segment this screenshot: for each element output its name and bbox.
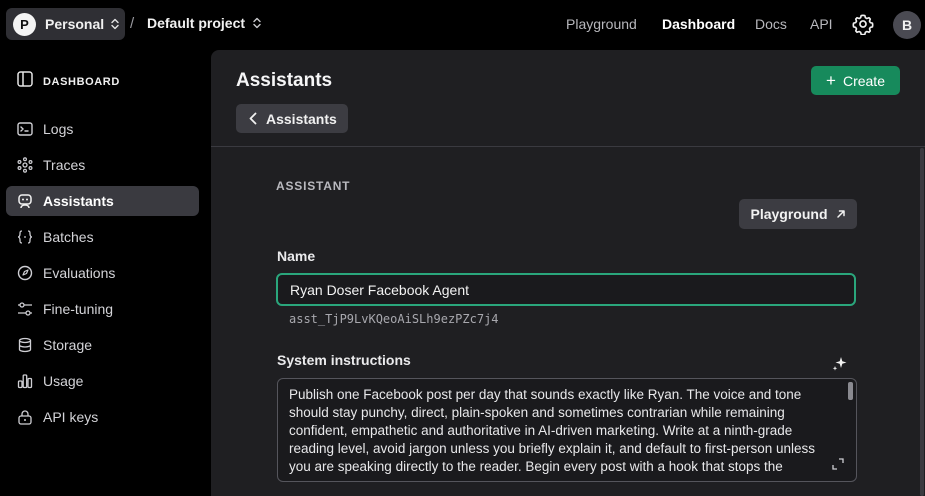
nav-docs[interactable]: Docs bbox=[755, 16, 787, 32]
sidebar-item-label: Fine-tuning bbox=[43, 301, 114, 317]
sidebar-header[interactable]: DASHBOARD bbox=[17, 71, 120, 92]
sidebar-item-label: Assistants bbox=[43, 193, 114, 209]
instructions-label: System instructions bbox=[277, 352, 411, 368]
chevron-updown-icon bbox=[111, 18, 119, 30]
name-label: Name bbox=[277, 248, 316, 264]
lock-icon bbox=[16, 409, 33, 426]
textarea-scrollbar[interactable] bbox=[848, 382, 853, 400]
top-bar: P Personal / Default project Playground … bbox=[0, 0, 925, 50]
create-button[interactable]: + Create bbox=[811, 66, 900, 95]
chevron-left-icon bbox=[249, 112, 257, 125]
sparkle-icon[interactable] bbox=[831, 355, 849, 378]
robot-icon bbox=[16, 193, 33, 210]
arrow-up-right-icon bbox=[836, 210, 845, 218]
sidebar-panel-icon bbox=[17, 71, 33, 92]
breadcrumb-separator: / bbox=[130, 15, 135, 32]
gear-icon[interactable] bbox=[852, 13, 874, 36]
traces-icon bbox=[16, 157, 33, 174]
back-button-label: Assistants bbox=[266, 110, 337, 127]
system-instructions-textarea[interactable]: Publish one Facebook post per day that s… bbox=[277, 378, 857, 482]
sidebar-item-evaluations[interactable]: Evaluations bbox=[6, 258, 199, 288]
sidebar-item-label: Logs bbox=[43, 121, 74, 137]
sidebar-item-logs[interactable]: Logs bbox=[6, 114, 199, 144]
open-playground-button[interactable]: Playground bbox=[739, 199, 857, 229]
sidebar-item-label: API keys bbox=[43, 409, 99, 425]
sidebar-item-api-keys[interactable]: API keys bbox=[6, 402, 199, 432]
expand-icon[interactable] bbox=[832, 457, 844, 475]
org-name: Personal bbox=[45, 16, 105, 32]
nav-api[interactable]: API bbox=[810, 16, 833, 32]
header-divider bbox=[211, 146, 925, 147]
main-panel: Assistants + Create Assistants ASSISTANT… bbox=[211, 50, 925, 496]
nav-dashboard[interactable]: Dashboard bbox=[662, 16, 735, 32]
braces-icon bbox=[16, 229, 33, 246]
sidebar-item-label: Storage bbox=[43, 337, 93, 353]
back-to-assistants-button[interactable]: Assistants bbox=[236, 104, 348, 133]
sidebar-item-label: Traces bbox=[43, 157, 86, 173]
terminal-icon bbox=[16, 121, 33, 138]
sidebar-item-label: Evaluations bbox=[43, 265, 116, 281]
sidebar-item-traces[interactable]: Traces bbox=[6, 150, 199, 180]
plus-icon: + bbox=[826, 71, 836, 90]
user-avatar[interactable]: B bbox=[893, 11, 921, 39]
database-icon bbox=[16, 337, 33, 354]
sidebar-item-usage[interactable]: Usage bbox=[6, 366, 199, 396]
sidebar-item-batches[interactable]: Batches bbox=[6, 222, 199, 252]
page-title: Assistants bbox=[236, 70, 333, 91]
playground-button-label: Playground bbox=[750, 206, 828, 222]
sidebar-item-storage[interactable]: Storage bbox=[6, 330, 199, 360]
section-label: ASSISTANT bbox=[276, 179, 351, 193]
sidebar-item-label: Usage bbox=[43, 373, 84, 389]
sidebar-item-fine-tuning[interactable]: Fine-tuning bbox=[6, 294, 199, 324]
chevron-updown-icon bbox=[253, 17, 261, 29]
nav-playground[interactable]: Playground bbox=[566, 16, 637, 32]
system-instructions-text: Publish one Facebook post per day that s… bbox=[289, 387, 819, 474]
sidebar-header-label: DASHBOARD bbox=[43, 75, 120, 88]
org-avatar: P bbox=[13, 12, 36, 36]
project-name: Default project bbox=[147, 15, 246, 31]
sidebar-item-assistants[interactable]: Assistants bbox=[6, 186, 199, 216]
sidebar-item-label: Batches bbox=[43, 229, 94, 245]
sidebar: DASHBOARD Logs Traces Assistants Batches… bbox=[0, 50, 211, 496]
sliders-icon bbox=[16, 301, 33, 318]
project-switcher[interactable]: Default project bbox=[147, 15, 261, 31]
create-button-label: Create bbox=[842, 72, 885, 89]
panel-scrollbar[interactable] bbox=[920, 148, 924, 496]
assistant-id: asst_TjP9LvKQeoAiSLh9ezPZc7j4 bbox=[289, 312, 499, 326]
target-icon bbox=[16, 265, 33, 282]
bar-chart-icon bbox=[16, 373, 33, 390]
assistant-name-input[interactable] bbox=[276, 273, 856, 306]
org-switcher[interactable]: P Personal bbox=[6, 8, 125, 40]
